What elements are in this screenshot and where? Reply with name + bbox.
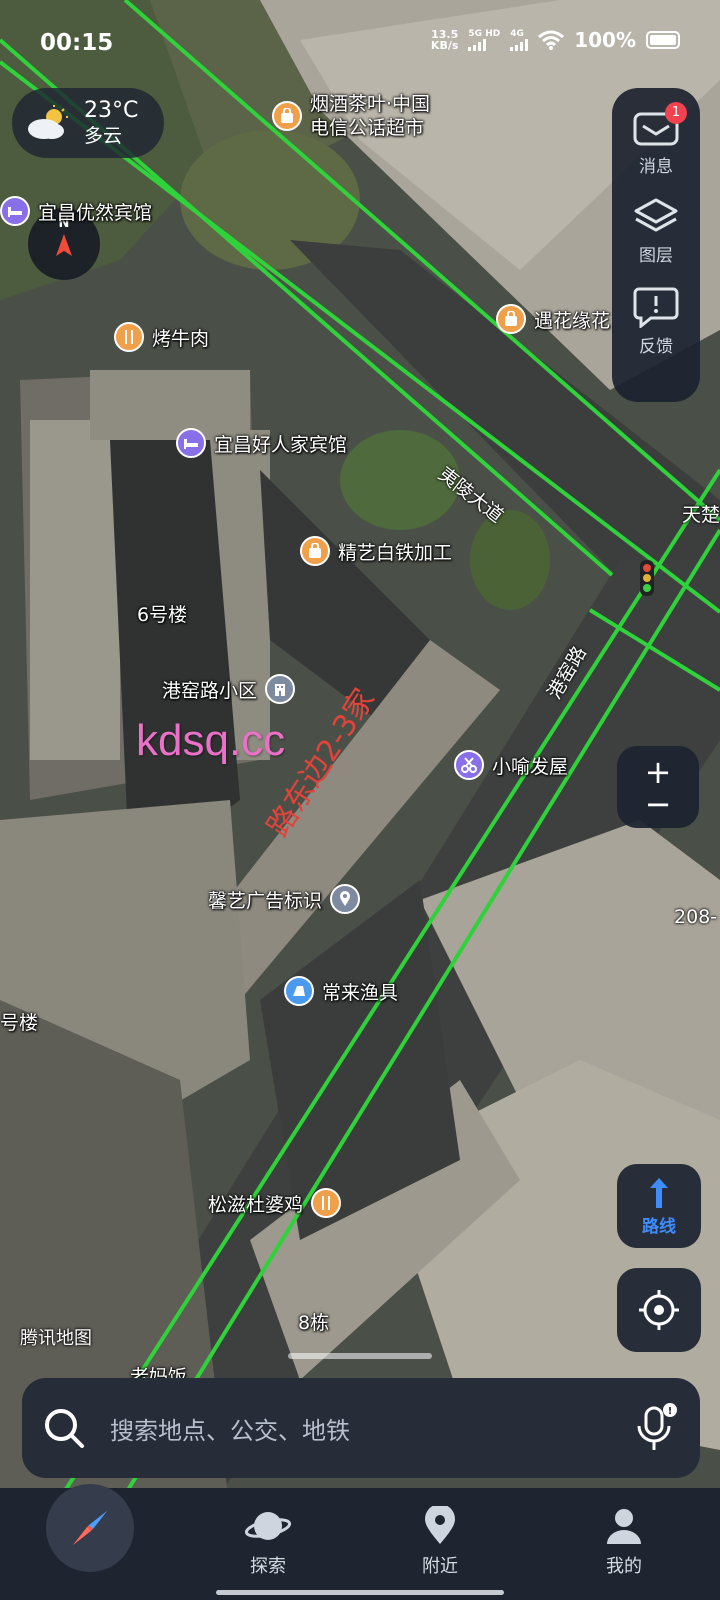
- locate-button[interactable]: [617, 1268, 701, 1352]
- restaurant-icon: [311, 1188, 342, 1218]
- message-badge: 1: [665, 102, 687, 124]
- nav-explore[interactable]: 探索: [244, 1506, 292, 1578]
- message-label: 消息: [639, 157, 673, 177]
- network-speed: 13.5 KB/s: [431, 29, 458, 51]
- poi-bbq-label: 烤牛肉: [152, 327, 210, 350]
- layers-button[interactable]: 图层: [633, 197, 679, 266]
- nav-nearby[interactable]: 附近: [420, 1506, 460, 1578]
- scissors-icon: [454, 750, 484, 780]
- building-left-label: 号楼: [0, 1012, 39, 1034]
- layers-label: 图层: [639, 246, 673, 266]
- partly-cloudy-icon: [28, 105, 68, 139]
- crosshair-icon: [639, 1290, 679, 1330]
- sheet-drag-handle[interactable]: [288, 1353, 432, 1359]
- search-icon: [45, 1409, 84, 1448]
- location-pin-icon: [425, 1506, 455, 1544]
- address-label-208: 208-: [674, 906, 718, 928]
- sim1-signal-icon: 5G HD: [468, 29, 500, 51]
- poi-hotel-haoren-label: 宜昌好人家宾馆: [214, 433, 348, 456]
- residential-building-icon: [265, 674, 296, 704]
- watermark-text: kdsq.cc: [136, 716, 286, 765]
- map-tools-panel: 1 消息 图层 反馈: [612, 88, 700, 402]
- location-pin-icon: [330, 884, 361, 914]
- fishing-shop-icon: [284, 976, 314, 1006]
- poi-songzi[interactable]: 松滋杜婆鸡: [208, 1188, 342, 1218]
- feedback-icon: [633, 287, 679, 328]
- weather-temperature: 23°C: [84, 98, 139, 123]
- zoom-out-button[interactable]: −: [617, 788, 699, 820]
- restaurant-icon: [114, 322, 144, 352]
- poi-bbq[interactable]: 烤牛肉: [114, 322, 209, 352]
- svg-text:!: !: [668, 1406, 673, 1417]
- wifi-icon: [538, 30, 565, 50]
- poi-jingyi[interactable]: 精艺白铁加工: [300, 536, 452, 566]
- hotel-bed-icon: [176, 428, 206, 458]
- shopping-bag-icon: [272, 101, 302, 131]
- battery-percentage: 100%: [574, 28, 636, 52]
- status-time: 00:15: [40, 30, 114, 56]
- planet-icon: [244, 1512, 292, 1540]
- search-bar[interactable]: 搜索地点、公交、地铁 !: [22, 1378, 700, 1478]
- nav-mine[interactable]: 我的: [604, 1506, 644, 1578]
- poi-xinyi[interactable]: 馨艺广告标识: [208, 884, 361, 914]
- building-6-label: 6号楼: [137, 604, 188, 626]
- home-indicator[interactable]: [216, 1590, 504, 1595]
- nav-mine-label: 我的: [606, 1556, 642, 1577]
- search-input[interactable]: 搜索地点、公交、地铁: [110, 1411, 350, 1446]
- layers-icon: [634, 198, 678, 232]
- building-8-label: 8栋: [298, 1312, 330, 1334]
- sim2-signal-icon: 4G: [510, 29, 529, 51]
- status-bar: 00:15 13.5 KB/s 5G HD 4G 100%: [0, 0, 720, 88]
- poi-jingyi-label: 精艺白铁加工: [338, 541, 453, 564]
- poi-tobacco-store[interactable]: 烟酒茶叶·中国 电信公话超市: [272, 92, 430, 140]
- poi-xiaoyu-label: 小喻发屋: [492, 755, 569, 778]
- weather-condition: 多云: [84, 125, 123, 147]
- nav-nearby-label: 附近: [422, 1556, 458, 1577]
- shopping-bag-icon: [496, 304, 526, 334]
- poi-yuhua-label: 遇花缘花: [534, 309, 611, 332]
- network-speed-unit: KB/s: [430, 39, 459, 52]
- feedback-button[interactable]: 反馈: [633, 286, 679, 357]
- feedback-label: 反馈: [639, 337, 673, 357]
- poi-changlai[interactable]: 常来渔具: [284, 976, 398, 1006]
- poi-hotel-youran[interactable]: 宜昌优然宾馆: [0, 196, 152, 226]
- road-label-tianchu: 天楚: [682, 504, 720, 526]
- tencent-map-logo: 腾讯地图: [20, 1328, 92, 1349]
- nav-home-button[interactable]: [46, 1484, 134, 1572]
- route-button[interactable]: 路线: [617, 1164, 701, 1248]
- sim1-label: 5G HD: [468, 29, 501, 39]
- route-arrow-icon: [650, 1177, 668, 1208]
- status-icons: 13.5 KB/s 5G HD 4G 100%: [431, 28, 680, 52]
- nav-explore-label: 探索: [250, 1556, 286, 1577]
- shopping-bag-icon: [300, 536, 330, 566]
- community-label: 港窑路小区: [162, 679, 258, 702]
- poi-hotel-youran-label: 宜昌优然宾馆: [38, 201, 153, 224]
- zoom-in-button[interactable]: +: [617, 756, 699, 788]
- zoom-control: + −: [617, 746, 699, 828]
- poi-songzi-label: 松滋杜婆鸡: [208, 1193, 304, 1216]
- poi-changlai-label: 常来渔具: [322, 981, 399, 1004]
- poi-community[interactable]: 港窑路小区: [162, 674, 296, 704]
- sim2-label: 4G: [510, 29, 524, 39]
- message-button[interactable]: 1 消息: [633, 102, 687, 177]
- poi-xinyi-label: 馨艺广告标识: [208, 889, 323, 912]
- voice-search-icon[interactable]: !: [626, 1400, 682, 1456]
- user-icon: [607, 1509, 641, 1544]
- route-label: 路线: [642, 1216, 676, 1237]
- poi-yuhua[interactable]: 遇花缘花: [496, 304, 610, 334]
- hotel-bed-icon: [0, 196, 30, 226]
- poi-xiaoyu[interactable]: 小喻发屋: [454, 750, 568, 780]
- weather-chip[interactable]: 23°C 多云: [12, 88, 164, 158]
- poi-tobacco-label: 烟酒茶叶·中国 电信公话超市: [310, 93, 431, 139]
- battery-icon: [646, 31, 680, 49]
- poi-hotel-haoren[interactable]: 宜昌好人家宾馆: [176, 428, 347, 458]
- compass-nav-icon: [73, 1511, 107, 1545]
